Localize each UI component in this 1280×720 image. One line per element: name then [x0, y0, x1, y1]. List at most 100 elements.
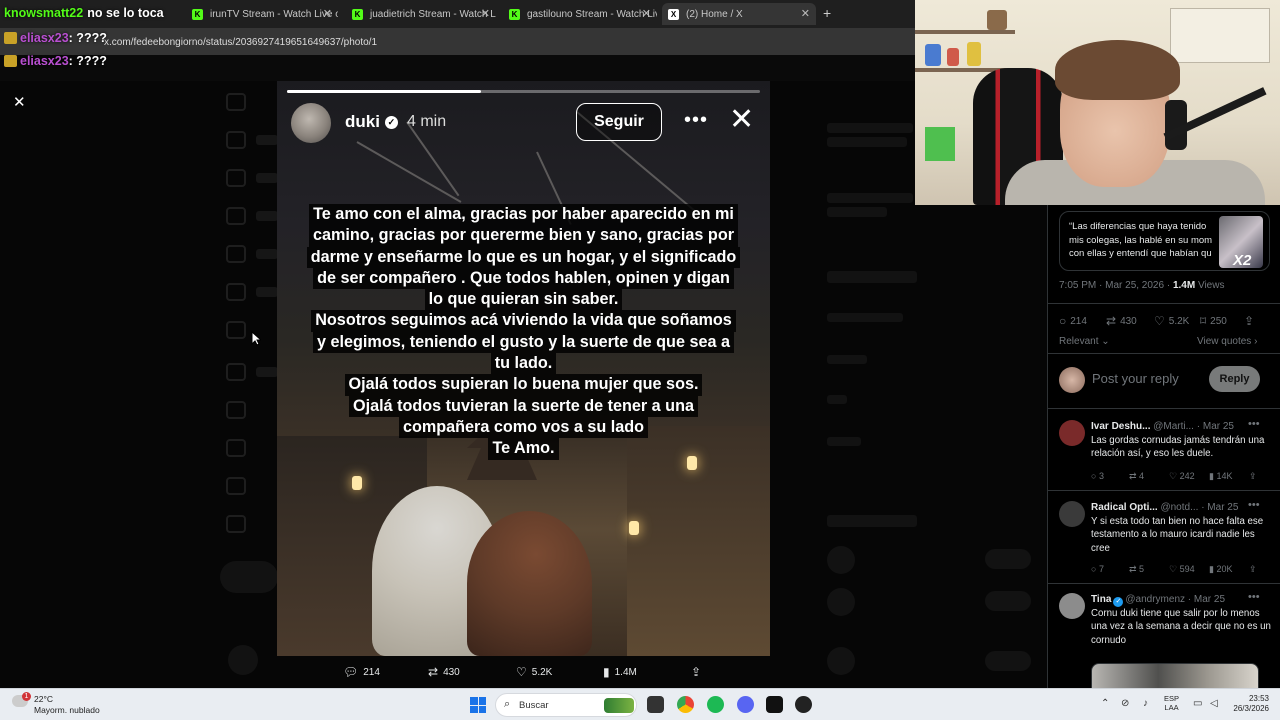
repost-button[interactable]: ⇄ 430	[428, 665, 460, 679]
reply-button[interactable]: 💬︎ 214	[343, 665, 380, 679]
comment-share[interactable]: ⇪	[1249, 564, 1257, 575]
trend-item	[827, 207, 887, 217]
new-tab-button[interactable]: +	[823, 5, 831, 21]
quoted-post[interactable]: “Las diferencias que haya tenido mis col…	[1059, 211, 1270, 271]
windows-start-icon[interactable]	[470, 697, 486, 713]
display-icon[interactable]: ▭	[1193, 698, 1202, 709]
sort-replies-dropdown[interactable]: Relevant ⌄	[1059, 336, 1110, 347]
story-caption-row: Ojalá todos supieran lo buena mujer que …	[291, 374, 756, 396]
close-tab-icon[interactable]: ✕	[801, 7, 810, 20]
tab-home-x[interactable]: X (2) Home / X ✕	[662, 3, 816, 25]
verified-badge-icon: ✓	[384, 115, 398, 129]
repost-icon: ⇄	[1106, 314, 1117, 328]
chat-text: : ????	[68, 31, 107, 45]
suggested-avatar	[827, 546, 855, 574]
bookmark-stat[interactable]: ⌑ 250	[1200, 314, 1227, 328]
chat-badge-icon	[4, 32, 17, 44]
premium-icon	[226, 439, 246, 457]
reply-submit-button[interactable]: Reply	[1209, 366, 1260, 392]
reply-icon: ○	[1059, 314, 1067, 328]
weather-condition[interactable]: Mayorm. nublado	[34, 705, 100, 715]
webcam-overlay	[915, 0, 1280, 205]
comment[interactable]: Ivar Deshu... @Marti... · Mar 25 ••• Las…	[1048, 418, 1280, 492]
story-time: 4 min	[407, 113, 447, 130]
repost-stat[interactable]: ⇄ 430	[1106, 314, 1137, 328]
like-button[interactable]: ♡ 5.2K	[516, 665, 552, 679]
bookmark-icon: ⌑	[1200, 314, 1207, 328]
close-tab-icon[interactable]: ✕	[642, 7, 651, 20]
comment-text: Cornu duki tiene que salir por lo menos …	[1091, 608, 1271, 646]
comment-date: · Mar 25	[1196, 421, 1234, 432]
url-text[interactable]: x.com/fedeebongiorno/status/203692741965…	[104, 37, 377, 48]
comment-reposts[interactable]: ⇄ 5	[1129, 564, 1144, 575]
story-close-icon[interactable]: ✕	[729, 105, 754, 135]
comment-reposts[interactable]: ⇄ 4	[1129, 471, 1144, 482]
comment-likes[interactable]: ♡ 594	[1169, 564, 1195, 575]
task-view-icon[interactable]	[647, 696, 664, 713]
comment-views[interactable]: ▮ 14K	[1209, 471, 1232, 482]
wall-poster	[1170, 8, 1270, 63]
microphone-icon[interactable]: ♪	[1143, 698, 1148, 709]
like-stat[interactable]: ♡ 5.2K	[1154, 314, 1189, 328]
close-photo-icon[interactable]: ✕	[13, 93, 26, 111]
share-button[interactable]: ⇪	[691, 665, 706, 679]
comment-replies[interactable]: ○ 3	[1091, 471, 1104, 481]
close-tab-icon[interactable]: ✕	[481, 7, 490, 20]
comment-handle: @andrymenz	[1125, 594, 1186, 605]
story-progress-fill	[287, 90, 481, 93]
comment[interactable]: Tina ✓ @andrymenz · Mar 25 ••• Cornu duki …	[1048, 591, 1280, 703]
views-button[interactable]: ▮ 1.4M	[603, 665, 637, 679]
spotify-icon[interactable]	[707, 696, 724, 713]
comment-more-icon[interactable]: •••	[1248, 499, 1260, 511]
chat-message: eliasx23 : ????	[4, 31, 107, 45]
more-options-icon[interactable]: •••	[684, 109, 708, 132]
system-clock[interactable]: 23:53 26/3/2026	[1225, 694, 1269, 714]
tab-label: irunTV Stream - Watch Live on	[210, 8, 338, 20]
trend-item	[827, 193, 913, 203]
divider	[1048, 490, 1280, 491]
story-username[interactable]: duki ✓	[345, 112, 398, 132]
comment[interactable]: Radical Opti... @notd... · Mar 25 ••• Y …	[1048, 499, 1280, 575]
heart-icon: ♡	[1154, 314, 1165, 328]
discord-icon[interactable]	[737, 696, 754, 713]
chrome-icon[interactable]	[677, 696, 694, 713]
obs-icon[interactable]	[795, 696, 812, 713]
post-button	[220, 561, 278, 593]
divider	[1048, 303, 1280, 304]
tab-gastilouno[interactable]: K gastilouno Stream - Watch Live ✕	[505, 3, 657, 25]
weather-temperature[interactable]: 22°C	[34, 694, 53, 704]
reply-stat[interactable]: ○ 214	[1059, 314, 1087, 328]
network-off-icon[interactable]: ⊘	[1121, 698, 1129, 709]
follow-button[interactable]: Seguir	[576, 103, 662, 141]
comment-share[interactable]: ⇪	[1249, 471, 1257, 482]
view-quotes-link[interactable]: View quotes ›	[1197, 336, 1257, 347]
x-logo-icon	[226, 93, 246, 111]
trend-item	[827, 137, 907, 147]
story-caption: Te amo con el alma, gracias por haber ap…	[291, 204, 756, 460]
tab-juadietrich[interactable]: K juadietrich Stream - Watch Live ✕	[348, 3, 496, 25]
reply-icon: 💬︎	[343, 665, 359, 679]
kick-icon: K	[192, 8, 203, 20]
comment-likes[interactable]: ♡ 242	[1169, 471, 1195, 482]
reply-input[interactable]: Post your reply	[1092, 371, 1179, 386]
share-stat[interactable]: ⇪	[1244, 314, 1258, 328]
account-avatar	[228, 645, 258, 675]
comment-author: Tina	[1091, 594, 1112, 605]
comment-more-icon[interactable]: •••	[1248, 418, 1260, 430]
input-language[interactable]: ESP LAA	[1164, 694, 1179, 712]
comment-views[interactable]: ▮ 20K	[1209, 564, 1232, 575]
taskbar-search[interactable]: ⌕ Buscar	[495, 693, 637, 717]
tab-iruntv[interactable]: K irunTV Stream - Watch Live on ✕	[188, 3, 338, 25]
tab-label: juadietrich Stream - Watch Live	[370, 8, 496, 20]
tiktok-icon[interactable]	[766, 696, 783, 713]
close-tab-icon[interactable]: ✕	[323, 7, 332, 20]
avatar[interactable]	[291, 103, 331, 143]
kick-icon: K	[509, 8, 520, 20]
story-caption-row: Ojalá todos tuvieran la suerte de tener …	[291, 395, 756, 417]
tray-overflow-icon[interactable]: ⌃	[1101, 698, 1109, 709]
volume-icon[interactable]: ◁	[1210, 698, 1218, 709]
comment-more-icon[interactable]: •••	[1248, 591, 1260, 603]
comment-replies[interactable]: ○ 7	[1091, 564, 1104, 574]
quoted-image-overlay: X2	[1233, 252, 1252, 269]
story-caption-line: camino, gracias por quererme bien y sano…	[308, 225, 739, 247]
